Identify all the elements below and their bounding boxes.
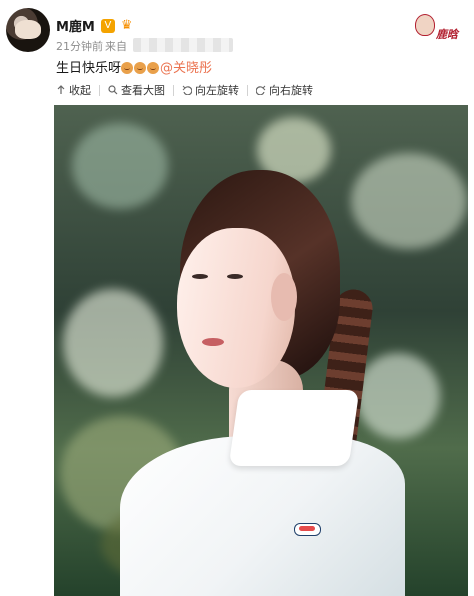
portrait-subject — [120, 170, 405, 596]
mention-link[interactable]: @关晓彤 — [160, 61, 212, 76]
brand-logo: 鹿晗 — [386, 8, 462, 42]
toolbar-divider — [173, 84, 174, 96]
shirt-collar — [228, 390, 360, 466]
left-eye — [192, 274, 208, 279]
arrow-up-icon — [57, 85, 65, 94]
username[interactable]: M鹿M — [56, 16, 95, 35]
ear — [271, 273, 297, 321]
mouth — [202, 338, 224, 346]
rotate-left-icon — [182, 85, 192, 95]
post-text: 生日快乐呀 — [56, 61, 122, 76]
collapse-label: 收起 — [69, 84, 91, 97]
post-time[interactable]: 21分钟前 — [56, 38, 103, 54]
image-toolbar: 收起 查看大图 向左旋转 向右旋转 — [46, 80, 313, 100]
avatar[interactable] — [6, 8, 50, 52]
rotate-right-button[interactable]: 向右旋转 — [256, 80, 313, 100]
logo-face-icon — [415, 14, 435, 36]
source-prefix: 来自 — [105, 40, 127, 53]
logo-text: 鹿晗 — [436, 28, 458, 41]
vip-icon: ♛ — [120, 17, 133, 33]
cake-emoji-icon — [134, 62, 147, 74]
post-content: 生日快乐呀 @关晓彤 — [56, 57, 212, 76]
source-link[interactable] — [133, 38, 233, 52]
shirt-badge-icon — [294, 523, 321, 536]
rotate-right-label: 向右旋转 — [269, 84, 313, 97]
username-row: M鹿M V ♛ — [56, 16, 137, 36]
cake-emoji-icon — [121, 62, 134, 74]
right-eye — [227, 274, 243, 279]
cake-emoji-icon — [147, 62, 160, 74]
verified-badge-icon: V — [100, 18, 115, 33]
post-image[interactable] — [54, 105, 468, 596]
toolbar-divider — [99, 84, 100, 96]
toolbar-divider — [247, 84, 248, 96]
rotate-left-button[interactable]: 向左旋转 — [182, 80, 239, 100]
collapse-button[interactable]: 收起 — [56, 80, 91, 100]
rotate-right-icon — [256, 85, 266, 95]
post-header: M鹿M V ♛ 21分钟前 来自 生日快乐呀 @关晓彤 鹿晗 — [0, 0, 474, 78]
rotate-left-label: 向左旋转 — [195, 84, 239, 97]
view-large-label: 查看大图 — [121, 84, 165, 97]
view-large-button[interactable]: 查看大图 — [108, 80, 165, 100]
post-meta: 21分钟前 来自 — [56, 38, 233, 54]
magnifier-icon — [108, 85, 118, 95]
